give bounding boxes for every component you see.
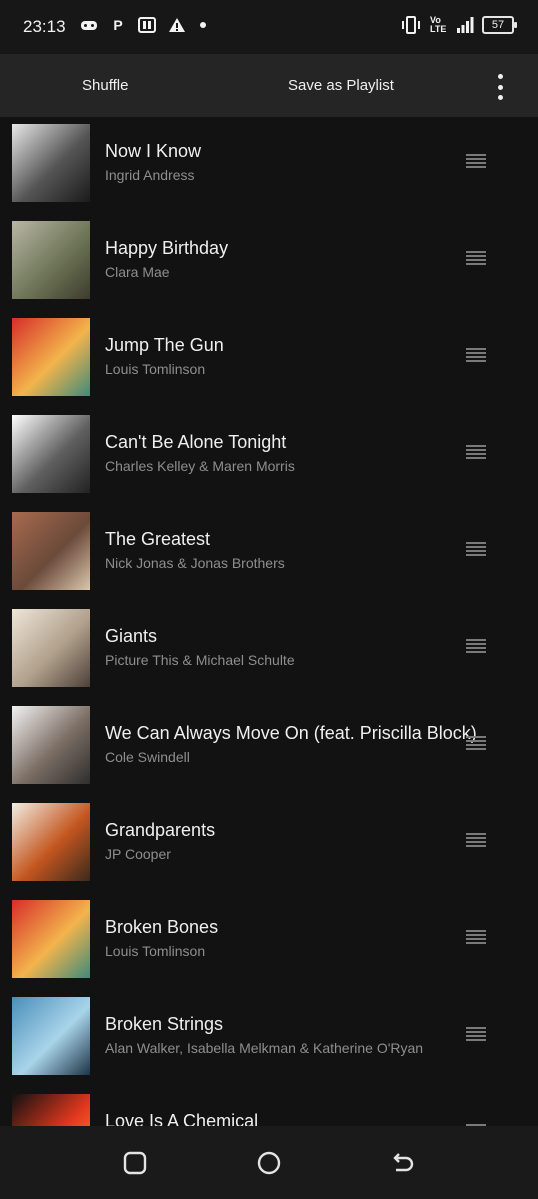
track-title: Broken Strings (105, 1014, 224, 1034)
track-artist: Picture This & Michael Schulte (105, 652, 295, 668)
track-artist: Charles Kelley & Maren Morris (105, 458, 295, 474)
status-left-icons: P (80, 17, 208, 33)
status-bar: 23:13 P Vo LTE 57 (0, 0, 538, 54)
track-row[interactable]: Now I Know Ingrid Andress (0, 117, 538, 214)
album-art (12, 900, 90, 978)
status-right-icons: Vo LTE 57 (400, 15, 517, 34)
track-row[interactable]: Broken Bones Louis Tomlinson (0, 893, 538, 990)
album-art (12, 415, 90, 493)
track-title: Now I Know (105, 141, 202, 161)
track-title: Broken Bones (105, 917, 219, 937)
track-artist: Nick Jonas & Jonas Brothers (105, 555, 285, 571)
vibrate-icon (402, 16, 420, 34)
network-type: Vo LTE (430, 15, 447, 34)
track-title: Grandparents (105, 820, 216, 840)
album-art (12, 997, 90, 1075)
track-row[interactable]: Jump The Gun Louis Tomlinson (0, 311, 538, 408)
signal-icon (457, 17, 474, 33)
drag-handle-icon[interactable] (466, 639, 486, 653)
track-title: Jump The Gun (105, 335, 224, 355)
dot-icon (200, 22, 206, 28)
status-time: 23:13 (23, 17, 66, 36)
track-artist: Louis Tomlinson (105, 943, 206, 959)
recent-apps-icon[interactable] (122, 1150, 148, 1176)
track-row[interactable]: Love Is A Chemical (0, 1087, 538, 1126)
drag-handle-icon[interactable] (466, 833, 486, 847)
track-artist: Clara Mae (105, 264, 170, 280)
drag-handle-icon[interactable] (466, 542, 486, 556)
track-title: Happy Birthday (105, 238, 229, 258)
track-row[interactable]: Broken Strings Alan Walker, Isabella Melk… (0, 990, 538, 1087)
battery-icon: 57 (482, 16, 517, 34)
save-as-playlist-button[interactable]: Save as Playlist (288, 77, 394, 94)
track-row[interactable]: The Greatest Nick Jonas & Jonas Brothers (0, 505, 538, 602)
track-row[interactable]: Giants Picture This & Michael Schulte (0, 602, 538, 699)
track-artist: Cole Swindell (105, 749, 190, 765)
warning-icon (169, 18, 185, 32)
track-artist: Ingrid Andress (105, 167, 195, 183)
drag-handle-icon[interactable] (466, 251, 486, 265)
track-row[interactable]: Happy Birthday Clara Mae (0, 214, 538, 311)
track-row[interactable]: We Can Always Move On (feat. Priscilla B… (0, 699, 538, 796)
album-art (12, 124, 90, 202)
navigation-bar (0, 1126, 538, 1199)
album-art (12, 221, 90, 299)
track-artist: Louis Tomlinson (105, 361, 206, 377)
album-art (12, 1094, 90, 1126)
album-art (12, 706, 90, 784)
track-title: Love Is A Chemical (105, 1111, 259, 1126)
track-artist: Alan Walker, Isabella Melkman & Katherin… (105, 1040, 424, 1056)
drag-handle-icon[interactable] (466, 1027, 486, 1041)
playlist-toolbar: Shuffle Save as Playlist (0, 54, 538, 117)
album-art (12, 512, 90, 590)
drag-handle-icon[interactable] (466, 736, 486, 750)
more-vert-icon[interactable] (492, 74, 508, 100)
track-title: We Can Always Move On (feat. Priscilla B… (105, 723, 477, 743)
drag-handle-icon[interactable] (466, 348, 486, 362)
drag-handle-icon[interactable] (466, 445, 486, 459)
paytm-icon (138, 17, 156, 33)
drag-handle-icon[interactable] (466, 930, 486, 944)
track-row[interactable]: Can't Be Alone Tonight Charles Kelley & M… (0, 408, 538, 505)
track-title: Can't Be Alone Tonight (105, 432, 287, 452)
parking-icon: P (113, 17, 123, 33)
track-row[interactable]: Grandparents JP Cooper (0, 796, 538, 893)
shuffle-button[interactable]: Shuffle (82, 77, 128, 94)
album-art (12, 318, 90, 396)
back-icon[interactable] (390, 1150, 416, 1176)
album-art (12, 609, 90, 687)
track-artist: JP Cooper (105, 846, 171, 862)
track-title: Giants (105, 626, 158, 646)
drag-handle-icon[interactable] (466, 154, 486, 168)
track-title: The Greatest (105, 529, 211, 549)
album-art (12, 803, 90, 881)
home-icon[interactable] (256, 1150, 282, 1176)
track-list[interactable]: Now I Know Ingrid Andress Happy Birthday Cl… (0, 117, 538, 1126)
game-icon (81, 21, 97, 30)
